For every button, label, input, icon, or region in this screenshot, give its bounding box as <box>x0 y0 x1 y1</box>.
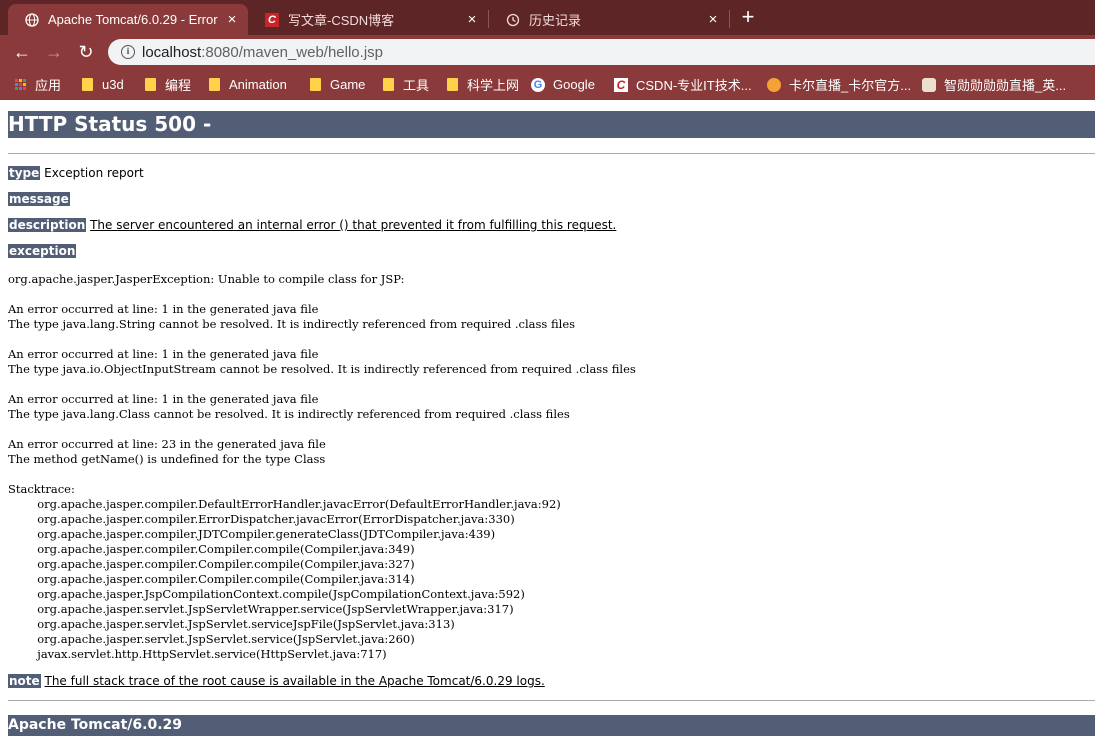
bookmark-label: 卡尔直播_卡尔官方... <box>789 78 912 93</box>
bookmark-kaer-live[interactable]: 卡尔直播_卡尔官方... <box>767 69 911 100</box>
close-icon[interactable]: × <box>703 11 723 28</box>
bookmark-u3d[interactable]: u3d <box>80 69 124 100</box>
description-row: description The server encountered an in… <box>8 218 616 233</box>
bookmark-zhixun-live[interactable]: 智勋勋勋勋直播_英... <box>922 69 1066 100</box>
back-button[interactable]: ← <box>11 41 33 63</box>
tab-strip: Apache Tomcat/6.0.29 - Error report × C … <box>0 0 1095 35</box>
bookmark-label: CSDN-专业IT技术... <box>636 78 752 93</box>
bookmark-csdn[interactable]: C CSDN-专业IT技术... <box>614 69 752 100</box>
page-content: HTTP Status 500 - type Exception report … <box>0 100 1095 748</box>
type-value: Exception report <box>44 166 144 180</box>
folder-icon <box>381 78 395 92</box>
folder-icon <box>80 78 94 92</box>
folder-icon <box>143 78 157 92</box>
bookmark-label: 工具 <box>403 78 430 93</box>
folder-icon <box>445 78 459 92</box>
tab-tomcat-error[interactable]: Apache Tomcat/6.0.29 - Error report × <box>8 4 248 35</box>
bookmark-label: Game <box>330 77 366 92</box>
apps-icon <box>13 78 27 92</box>
history-icon <box>505 12 521 28</box>
exception-stacktrace: org.apache.jasper.JasperException: Unabl… <box>8 272 636 661</box>
divider <box>8 700 1095 701</box>
mascot-icon <box>922 77 936 92</box>
divider <box>8 153 1095 154</box>
google-icon: G <box>531 77 545 92</box>
page-title: HTTP Status 500 - <box>8 111 1095 138</box>
close-icon[interactable]: × <box>222 11 242 28</box>
close-icon[interactable]: × <box>462 11 482 28</box>
bookmark-label: 应用 <box>35 78 62 93</box>
folder-icon <box>308 78 322 92</box>
bookmark-game[interactable]: Game <box>308 69 365 100</box>
message-row: message <box>8 192 70 207</box>
type-label: type <box>8 166 41 180</box>
note-value: The full stack trace of the root cause i… <box>44 674 545 688</box>
bookmark-programming[interactable]: 编程 <box>143 69 191 100</box>
tab-title: Apache Tomcat/6.0.29 - Error report <box>48 12 222 27</box>
description-label: description <box>8 218 87 232</box>
csdn-icon: C <box>614 77 628 92</box>
bookmark-label: Animation <box>229 77 287 92</box>
bookmark-tools[interactable]: 工具 <box>381 69 429 100</box>
bookmark-animation[interactable]: Animation <box>207 69 287 100</box>
bookmark-label: Google <box>553 77 595 92</box>
bookmark-label: u3d <box>102 77 124 92</box>
tab-title: 写文章-CSDN博客 <box>288 13 395 28</box>
url-host: localhost <box>142 43 202 61</box>
csdn-icon: C <box>264 12 280 28</box>
bookmark-label: 科学上网 <box>467 78 520 93</box>
exception-row: exception <box>8 244 77 259</box>
tab-history[interactable]: 历史记录 × <box>489 4 729 35</box>
folder-icon <box>207 78 221 92</box>
toolbar: ← → ↻ i localhost:8080/maven_web/hello.j… <box>0 35 1095 69</box>
description-value: The server encountered an internal error… <box>90 218 617 232</box>
type-row: type Exception report <box>8 166 144 181</box>
tab-separator <box>729 10 730 28</box>
exception-label: exception <box>8 244 77 258</box>
tab-csdn-write[interactable]: C 写文章-CSDN博客 × <box>248 4 488 35</box>
address-bar[interactable]: i localhost:8080/maven_web/hello.jsp <box>108 39 1095 65</box>
note-row: note The full stack trace of the root ca… <box>8 674 545 689</box>
tab-title: 历史记录 <box>529 13 582 28</box>
server-footer: Apache Tomcat/6.0.29 <box>8 715 1095 736</box>
message-label: message <box>8 192 70 206</box>
cat-icon <box>767 77 781 92</box>
bookmark-google[interactable]: G Google <box>531 69 595 100</box>
bookmark-vpn[interactable]: 科学上网 <box>445 69 519 100</box>
globe-icon <box>24 12 40 28</box>
forward-button[interactable]: → <box>43 41 65 63</box>
note-label: note <box>8 674 41 688</box>
bookmark-label: 编程 <box>165 78 192 93</box>
info-icon[interactable]: i <box>121 45 135 59</box>
url-path: :8080/maven_web/hello.jsp <box>201 43 383 61</box>
bookmarks-bar: 应用 u3d 编程 Animation Game 工具 科学上网 G Googl… <box>0 69 1095 100</box>
bookmark-apps[interactable]: 应用 <box>13 69 61 100</box>
bookmark-label: 智勋勋勋勋直播_英... <box>944 78 1067 93</box>
reload-button[interactable]: ↻ <box>75 41 97 63</box>
new-tab-button[interactable]: + <box>737 6 759 28</box>
